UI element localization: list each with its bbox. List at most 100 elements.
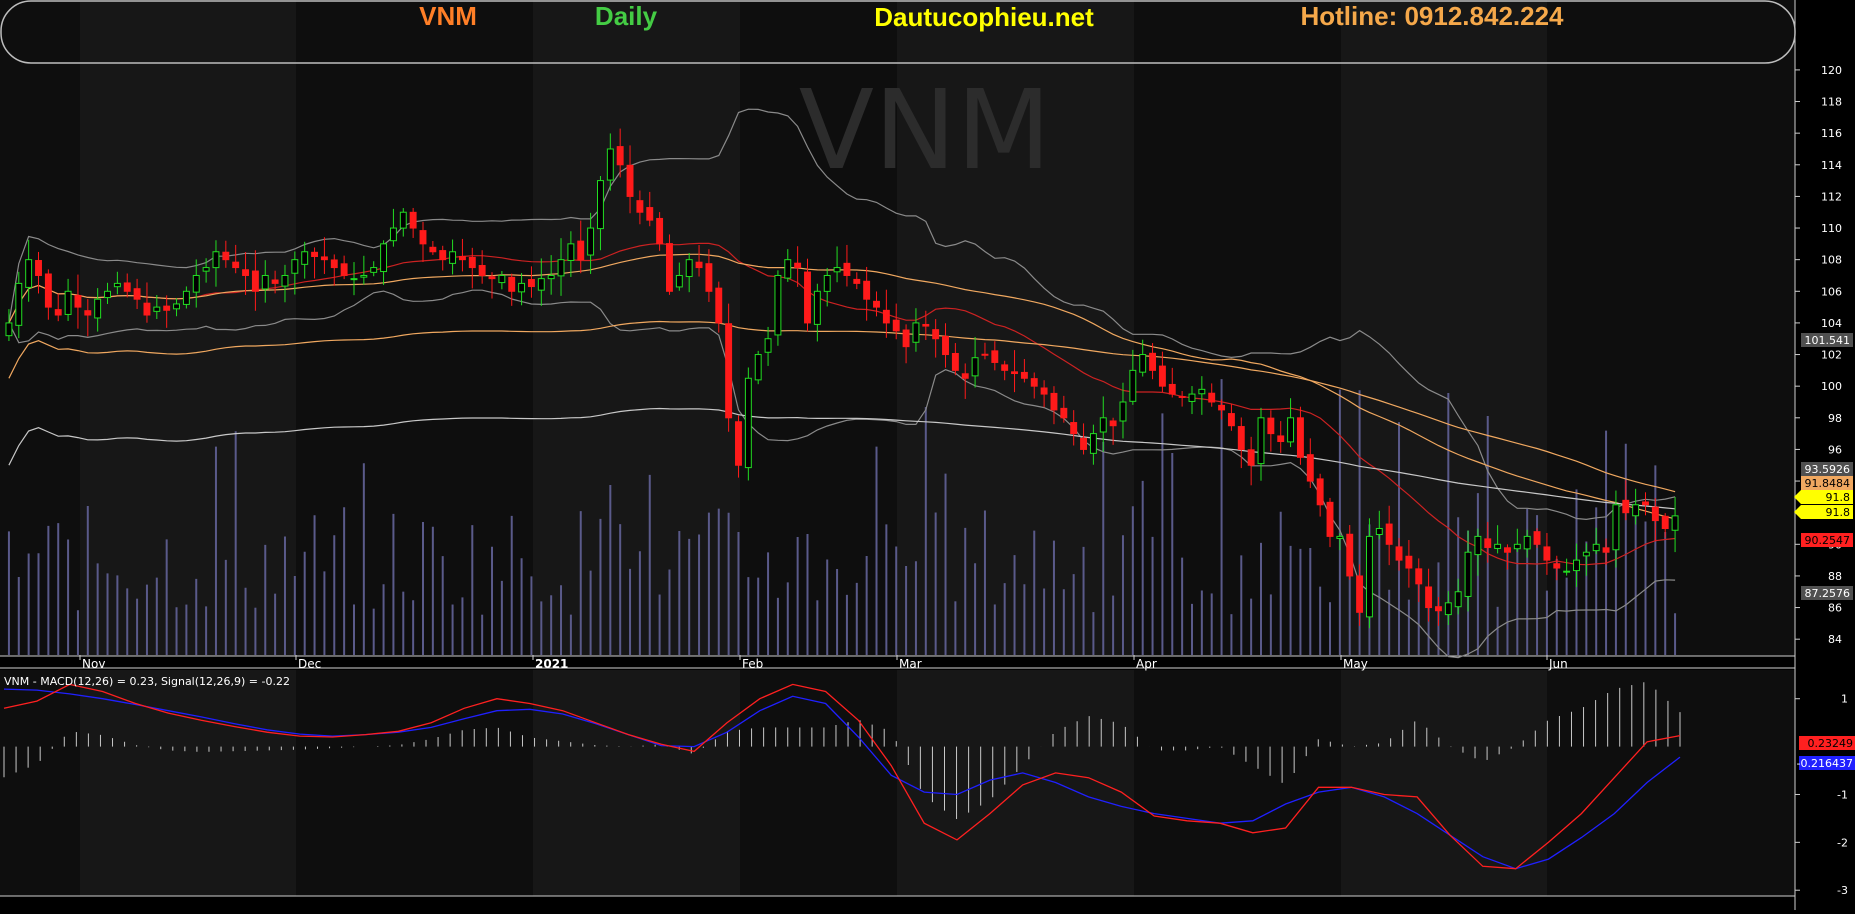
y-tick-label: 108 xyxy=(1821,254,1842,267)
candle-body xyxy=(1020,371,1028,379)
candle-body xyxy=(537,278,545,291)
candle-body xyxy=(350,278,358,281)
x-tick-label: Feb xyxy=(742,657,763,671)
candle-body xyxy=(498,274,506,284)
candle-body xyxy=(1001,364,1009,371)
y-tick-label: 110 xyxy=(1821,222,1842,235)
candle-body xyxy=(1208,392,1216,403)
price-tag-label: 91.8 xyxy=(1826,506,1851,519)
candle-body xyxy=(261,274,269,290)
candle-body xyxy=(1316,478,1324,506)
y-tick-label: 102 xyxy=(1821,349,1842,362)
candle-body xyxy=(153,306,161,312)
candle-body xyxy=(488,276,496,280)
candle-body xyxy=(971,357,979,377)
x-tick-label: Jun xyxy=(1548,657,1568,671)
candle-body xyxy=(1454,591,1462,608)
x-tick-label: May xyxy=(1343,657,1368,671)
candle-body xyxy=(1158,365,1166,387)
candle-body xyxy=(1030,378,1038,387)
candle-body xyxy=(1099,417,1107,433)
candle-body xyxy=(981,353,989,356)
candle-body xyxy=(429,246,437,253)
candle-body xyxy=(1198,388,1206,395)
candle-body xyxy=(1346,533,1354,577)
candle-body xyxy=(123,282,131,292)
candle-body xyxy=(587,227,595,256)
candle-body xyxy=(25,259,33,288)
candle-body xyxy=(242,269,249,276)
candle-body xyxy=(735,421,742,466)
price-tag-label: 87.2576 xyxy=(1805,587,1851,600)
candle-body xyxy=(478,265,486,276)
candle-body xyxy=(577,240,585,261)
y-tick-label: 116 xyxy=(1821,127,1842,140)
candle-body xyxy=(744,377,752,469)
candle-body xyxy=(853,278,861,284)
candle-body xyxy=(991,350,999,363)
header-site: Dautucophieu.net xyxy=(874,2,1094,32)
candle-body xyxy=(104,290,111,299)
candle-body xyxy=(1444,602,1452,616)
candle-body xyxy=(527,279,535,288)
candle-body xyxy=(695,261,703,269)
candle-body xyxy=(1109,420,1117,427)
macd-month-band xyxy=(1547,670,1795,896)
candle-body xyxy=(873,300,880,308)
candle-body xyxy=(222,251,230,261)
candle-body xyxy=(133,288,141,300)
macd-tick-label: 1 xyxy=(1841,693,1848,706)
month-band xyxy=(296,0,533,656)
candle-body xyxy=(1494,543,1502,549)
macd-month-band xyxy=(296,670,533,896)
candle-body xyxy=(1523,535,1531,550)
candle-body xyxy=(311,251,319,258)
candle-body xyxy=(389,227,397,242)
candle-body xyxy=(5,322,13,337)
candle-body xyxy=(1622,499,1630,514)
candle-body xyxy=(202,267,210,272)
candle-body xyxy=(557,259,565,277)
candle-body xyxy=(212,251,220,269)
candle-body xyxy=(281,274,289,287)
candle-body xyxy=(606,148,614,181)
candle-body xyxy=(1632,504,1640,517)
candle-body xyxy=(44,273,52,308)
candle-body xyxy=(774,274,782,336)
candle-body xyxy=(1543,546,1551,561)
price-tag-label: 91.8 xyxy=(1826,491,1851,504)
candle-body xyxy=(439,250,447,261)
candle-body xyxy=(804,271,811,324)
x-tick-label: Nov xyxy=(82,657,105,671)
candle-body xyxy=(1237,426,1245,450)
stock-chart: VNM 848688909294969810010210410610811011… xyxy=(0,0,1855,910)
candle-body xyxy=(1277,435,1285,443)
candle-body xyxy=(192,274,200,293)
candle-body xyxy=(1257,417,1265,465)
candle-body xyxy=(646,207,654,221)
candle-body xyxy=(94,298,102,319)
candle-body xyxy=(468,256,476,269)
macd-tag-label: 0.23249 xyxy=(1808,737,1854,750)
candle-body xyxy=(1573,559,1580,572)
candle-body xyxy=(1533,531,1541,545)
y-tick-label: 86 xyxy=(1828,602,1842,615)
candle-body xyxy=(1385,523,1393,545)
candle-body xyxy=(419,230,427,245)
candle-body xyxy=(370,267,378,273)
candle-body xyxy=(961,373,969,379)
candle-body xyxy=(1336,535,1344,539)
macd-month-band xyxy=(1134,670,1341,896)
y-tick-label: 100 xyxy=(1821,380,1842,393)
candle-body xyxy=(1435,606,1442,612)
candle-body xyxy=(1050,392,1058,411)
candle-body xyxy=(1602,547,1610,553)
candle-body xyxy=(163,305,171,311)
candle-body xyxy=(1129,369,1137,402)
candle-body xyxy=(271,279,279,284)
candle-body xyxy=(1227,413,1235,427)
candle-body xyxy=(922,323,930,327)
candle-body xyxy=(1070,422,1078,435)
candle-body xyxy=(1149,352,1157,371)
candle-body xyxy=(823,274,831,292)
